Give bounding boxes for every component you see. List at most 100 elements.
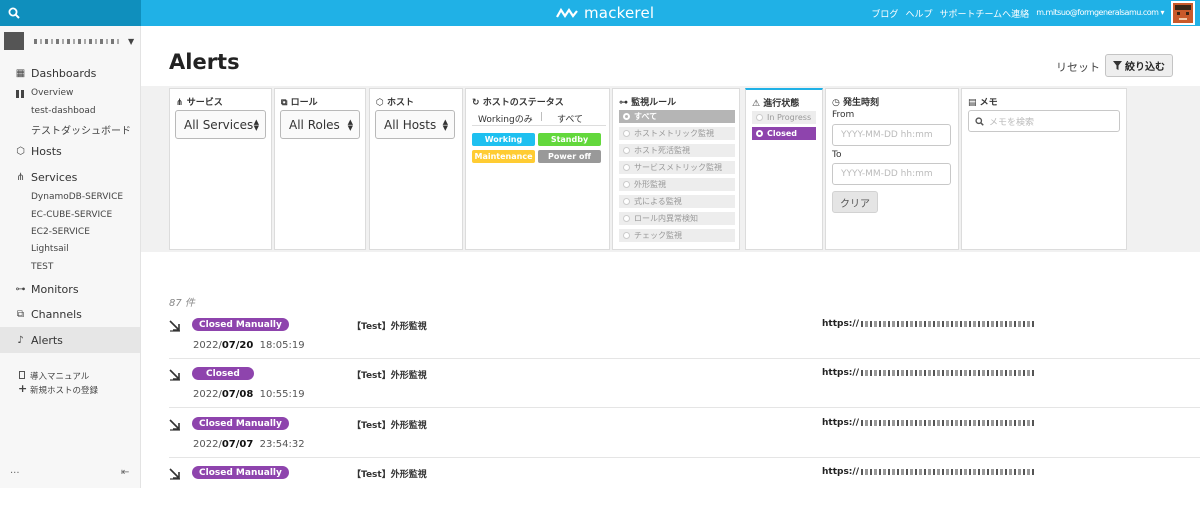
sidebar-subitem-ec2[interactable]: EC2-SERVICE: [31, 227, 90, 237]
sidebar-item-label: Channels: [31, 308, 82, 321]
brand-logo[interactable]: mackerel: [556, 4, 654, 22]
sidebar-subitem-test-dashboard-jp[interactable]: テストダッシュボード: [31, 122, 131, 137]
avatar[interactable]: [1171, 1, 1195, 25]
alert-row[interactable]: Closed Manually 【Test】外形監視 https:// 2022…: [169, 409, 1200, 458]
cube-icon: ⬡: [376, 98, 384, 108]
status-standby-button[interactable]: Standby: [538, 133, 601, 146]
cube-icon: ⬡: [16, 146, 25, 157]
memo-search-input[interactable]: メモを検索: [968, 110, 1120, 132]
status-badge: Closed Manually: [192, 466, 289, 479]
help-link[interactable]: ヘルプ: [905, 7, 932, 20]
progress-option-closed[interactable]: Closed: [752, 127, 816, 140]
monitor-rule-filter-title: ⊶ 監視ルール: [619, 98, 677, 108]
sidebar-item-label: Hosts: [31, 145, 62, 158]
sidebar-item-monitors[interactable]: ⊶ Monitors: [15, 283, 79, 296]
sidebar-item-services[interactable]: ⋔ Services: [15, 171, 77, 184]
sidebar-subitem-ec-cube[interactable]: EC-CUBE-SERVICE: [31, 210, 112, 220]
tab-all[interactable]: すべて: [557, 112, 583, 125]
sidebar-item-alerts[interactable]: ♪ Alerts: [15, 334, 63, 347]
refresh-icon: ↻: [472, 98, 480, 108]
radio-icon: [623, 232, 630, 239]
role-select[interactable]: All Roles ▲ ▼: [280, 110, 360, 139]
monitor-rule-option[interactable]: ホスト死活監視: [619, 144, 735, 157]
support-link[interactable]: サポートチームへ連絡: [939, 7, 1029, 20]
radio-icon: [623, 215, 630, 222]
more-menu-button[interactable]: ···: [10, 468, 20, 479]
blog-link[interactable]: ブログ: [871, 7, 898, 20]
host-filter-card: ⬡ ホスト All Hosts ▲ ▼: [369, 88, 463, 250]
trend-down-icon: [169, 419, 180, 431]
monitor-rule-option[interactable]: チェック監視: [619, 229, 735, 242]
alert-row[interactable]: Closed Manually 【Test】外形監視 https:// 2022…: [169, 310, 1200, 359]
status-poweroff-button[interactable]: Power off: [538, 150, 601, 163]
radio-icon: [756, 130, 763, 137]
sidebar-subitem-test-dashboad[interactable]: test-dashboad: [31, 106, 96, 116]
redacted-url: [860, 420, 1036, 426]
monitor-rule-option[interactable]: ホストメトリック監視: [619, 127, 735, 140]
user-menu[interactable]: m.mitsuo@formgeneralsamu.com ▾: [1036, 8, 1164, 20]
trend-down-icon: [169, 320, 180, 332]
host-status-filter-card: ↻ ホストのステータス Workingのみ | すべて Working Stan…: [465, 88, 610, 250]
progress-option-in-progress[interactable]: In Progress: [752, 111, 816, 124]
binoculars-icon: ⊶: [619, 98, 628, 108]
services-icon: ⋔: [16, 172, 25, 183]
tab-working-only[interactable]: Workingのみ: [478, 112, 533, 125]
manual-link[interactable]: 導入マニュアル: [19, 370, 89, 382]
caret-down-icon: ▼: [128, 36, 135, 46]
sidebar-item-channels[interactable]: ⧉ Channels: [15, 308, 82, 321]
sidebar-subitem-lightsail[interactable]: Lightsail: [31, 244, 69, 254]
host-filter-title: ⬡ ホスト: [376, 98, 415, 108]
alert-title[interactable]: 【Test】外形監視: [352, 319, 427, 332]
sidebar-subitem-test[interactable]: TEST: [31, 262, 53, 272]
org-switcher[interactable]: ▼: [4, 32, 134, 50]
alert-row[interactable]: Closed Manually 【Test】外形監視 https://: [169, 458, 1200, 507]
sidebar: ▼ ▦ Dashboards Overview test-dashboad テス…: [0, 26, 141, 488]
to-date-input[interactable]: YYYY-MM-DD hh:mm: [832, 163, 951, 185]
monitor-rule-option[interactable]: すべて: [619, 110, 735, 123]
host-status-filter-title: ↻ ホストのステータス: [472, 98, 564, 108]
sidebar-item-label: Dashboards: [31, 67, 97, 80]
alert-row[interactable]: Closed 【Test】外形監視 https:// 2022/07/08 10…: [169, 359, 1200, 408]
sidebar-item-label: Monitors: [31, 283, 79, 296]
top-bar: mackerel ブログ ヘルプ サポートチームへ連絡 m.mitsuo@for…: [0, 0, 1200, 26]
filter-button[interactable]: 絞り込む: [1105, 54, 1173, 77]
monitor-rule-option[interactable]: 式による監視: [619, 195, 735, 208]
time-filter-card: ◷ 発生時刻 From YYYY-MM-DD hh:mm To YYYY-MM-…: [825, 88, 959, 250]
funnel-icon: [1113, 61, 1122, 70]
dashboard-icon: ▦: [15, 68, 26, 79]
document-icon: ▤: [968, 98, 977, 108]
top-nav: ブログ ヘルプ サポートチームへ連絡 m.mitsuo@formgenerals…: [871, 7, 1164, 20]
sidebar-item-hosts[interactable]: ⬡ Hosts: [15, 145, 62, 158]
monitor-rule-filter-card: ⊶ 監視ルール すべて ホストメトリック監視 ホスト死活監視 サービスメトリック…: [612, 88, 740, 250]
monitor-rule-option[interactable]: サービスメトリック監視: [619, 161, 735, 174]
clear-button[interactable]: クリア: [832, 191, 878, 213]
status-working-button[interactable]: Working: [472, 133, 535, 146]
trend-down-icon: [169, 369, 180, 381]
sidebar-item-label: Services: [31, 171, 78, 184]
alert-url: https://: [822, 418, 1036, 428]
time-filter-title: ◷ 発生時刻: [832, 98, 880, 108]
sidebar-subitem-dynamodb[interactable]: DynamoDB-SERVICE: [31, 192, 123, 202]
collapse-sidebar-icon[interactable]: ⇤: [121, 467, 129, 478]
monitor-rule-option[interactable]: ロール内異常検知: [619, 212, 735, 225]
search-button[interactable]: [0, 0, 141, 26]
memo-filter-title: ▤ メモ: [968, 98, 998, 108]
radio-icon: [623, 164, 630, 171]
role-icon: ⧉: [281, 98, 288, 108]
alert-title[interactable]: 【Test】外形監視: [352, 418, 427, 431]
to-label: To: [832, 150, 842, 160]
service-select[interactable]: All Services ▲ ▼: [175, 110, 266, 139]
from-date-input[interactable]: YYYY-MM-DD hh:mm: [832, 124, 951, 146]
host-select[interactable]: All Hosts ▲ ▼: [375, 110, 455, 139]
status-maintenance-button[interactable]: Maintenance: [472, 150, 535, 163]
alert-title[interactable]: 【Test】外形監視: [352, 467, 427, 480]
reset-button[interactable]: リセット: [1056, 59, 1100, 75]
role-filter-title: ⧉ ロール: [281, 98, 318, 108]
add-host-link[interactable]: + 新規ホストの登録: [18, 382, 98, 396]
sidebar-item-dashboards[interactable]: ▦ Dashboards: [15, 67, 97, 80]
monitor-rule-option[interactable]: 外形監視: [619, 178, 735, 191]
alert-url: https://: [822, 319, 1036, 329]
sidebar-subitem-overview[interactable]: Overview: [16, 88, 73, 98]
service-filter-card: ⋔ サービス All Services ▲ ▼: [169, 88, 272, 250]
alert-title[interactable]: 【Test】外形監視: [352, 368, 427, 381]
